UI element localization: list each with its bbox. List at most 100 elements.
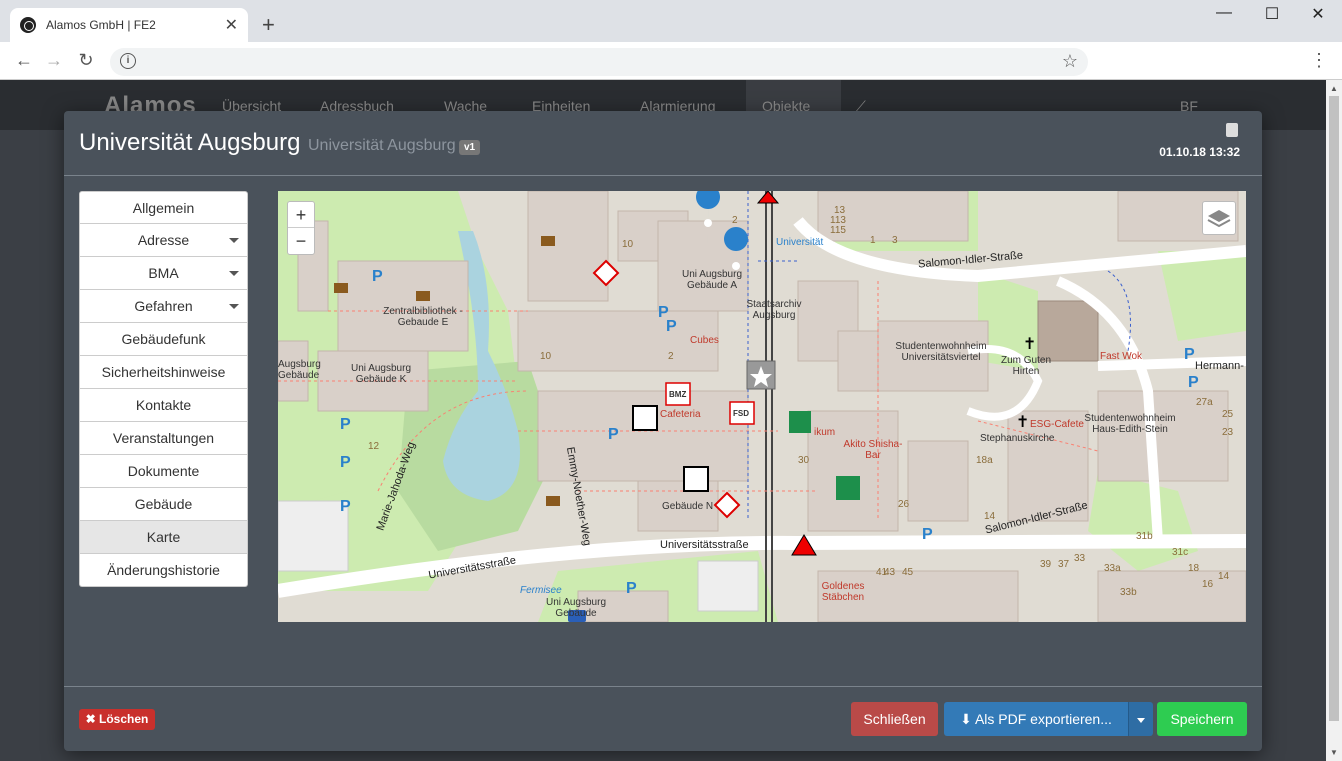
object-sidebar: Allgemein Adresse BMA Gefahren Gebäudefu… <box>79 191 248 587</box>
map-label-street: Hermann- <box>1195 360 1244 372</box>
download-icon: ⬇ <box>960 711 972 727</box>
back-button[interactable]: ← <box>12 50 36 72</box>
fsd-marker[interactable]: FSD <box>733 408 749 419</box>
map-zoom-control: + − <box>287 201 315 255</box>
sidebar-item-gebaeudefunk[interactable]: Gebäudefunk <box>79 323 248 356</box>
reload-button[interactable]: ↻ <box>74 50 98 72</box>
scroll-down-icon[interactable]: ▼ <box>1330 748 1338 757</box>
tab-title: Alamos GmbH | FE2 <box>46 18 156 32</box>
house-number: 37 <box>1058 559 1070 570</box>
sidebar-item-gefahren[interactable]: Gefahren <box>79 290 248 323</box>
maximize-button[interactable]: ☐ <box>1252 4 1292 28</box>
sidebar-item-adresse[interactable]: Adresse <box>79 224 248 257</box>
svg-text:P: P <box>922 526 933 543</box>
url-field[interactable]: i ☆ <box>110 48 1088 76</box>
layers-icon <box>1207 210 1231 228</box>
new-tab-button[interactable]: + <box>262 12 275 38</box>
svg-text:P: P <box>1188 374 1199 391</box>
house-number: 25 <box>1222 409 1234 420</box>
sidebar-item-dokumente[interactable]: Dokumente <box>79 455 248 488</box>
zoom-in-button[interactable]: + <box>288 202 314 228</box>
house-number: 2 <box>668 351 674 362</box>
map-layers-button[interactable] <box>1202 201 1236 235</box>
export-pdf-dropdown-button[interactable] <box>1128 702 1153 736</box>
house-number: 14 <box>1218 571 1230 582</box>
map-canvas[interactable]: P P P P P P P P P P P ✝ ✝ <box>278 191 1246 622</box>
address-bar: ← → ↻ i ☆ ⋮ <box>0 42 1342 80</box>
sidebar-item-label: Gefahren <box>134 298 193 314</box>
svg-text:P: P <box>626 580 637 597</box>
close-button[interactable]: Schließen <box>851 702 938 736</box>
page-scrollbar[interactable]: ▲ ▼ <box>1326 80 1342 761</box>
map-label-street: Universitätsstraße <box>660 539 749 551</box>
browser-menu-icon[interactable]: ⋮ <box>1310 50 1328 71</box>
sidebar-item-label: Kontakte <box>135 397 192 413</box>
caret-down-icon <box>229 238 239 243</box>
modal-subtitle: Universität Augsburg <box>308 137 456 154</box>
map-label-building: Staatsarchiv Augsburg <box>746 299 802 321</box>
sidebar-item-label: Gebäude <box>134 496 193 512</box>
sidebar-item-aenderungshistorie[interactable]: Änderungshistorie <box>79 554 248 587</box>
modal-date: 01.10.18 13:32 <box>1159 145 1240 159</box>
object-modal: Universität Augsburg Universität Augsbur… <box>64 111 1262 751</box>
house-number: 16 <box>1202 579 1214 590</box>
caret-down-icon <box>1137 717 1145 723</box>
map-label-water: Fermisee <box>520 585 562 596</box>
object-status-icon[interactable] <box>1226 123 1238 137</box>
modal-title: Universität Augsburg <box>79 129 301 156</box>
map-label-poi: Fast Wok <box>1100 351 1143 362</box>
save-button[interactable]: Speichern <box>1157 702 1247 736</box>
sidebar-item-label: Gebäudefunk <box>121 331 206 347</box>
house-number: 26 <box>898 499 910 510</box>
caret-down-icon <box>229 271 239 276</box>
sidebar-item-label: Adresse <box>137 232 190 248</box>
info-icon[interactable]: i <box>120 53 136 69</box>
map-label-tram: Universität <box>776 237 824 248</box>
svg-text:P: P <box>1184 346 1195 363</box>
map-view[interactable]: P P P P P P P P P P P ✝ ✝ + − Salomon-Id… <box>278 191 1246 622</box>
sidebar-item-label: Sicherheitshinweise <box>101 364 226 380</box>
house-number: 12 <box>368 441 380 452</box>
sidebar-item-kontakte[interactable]: Kontakte <box>79 389 248 422</box>
scroll-up-icon[interactable]: ▲ <box>1330 84 1338 93</box>
forward-button[interactable]: → <box>42 50 66 72</box>
house-number: 23 <box>1222 427 1234 438</box>
map-label-poi: Goldenes Stäbchen <box>821 581 865 603</box>
bookmark-star-icon[interactable]: ☆ <box>1062 51 1078 72</box>
tab-close-icon[interactable]: ✕ <box>225 15 238 35</box>
svg-text:P: P <box>666 318 677 335</box>
house-number: 45 <box>902 567 914 578</box>
sidebar-item-allgemein[interactable]: Allgemein <box>79 191 248 224</box>
delete-button[interactable]: ✖ Löschen <box>79 709 155 730</box>
house-number: 33b <box>1120 587 1137 598</box>
map-label-poi: Cafeteria <box>660 409 701 420</box>
minimize-button[interactable]: — <box>1204 4 1244 28</box>
map-label-building: Gebäude N <box>662 501 714 512</box>
modal-header: Universität Augsburg Universität Augsbur… <box>64 111 1262 176</box>
sidebar-item-gebaeude[interactable]: Gebäude <box>79 488 248 521</box>
map-label-poi: ikum <box>814 427 836 438</box>
scroll-thumb[interactable] <box>1329 96 1339 721</box>
map-label-poi: Akito Shisha-Bar <box>843 439 903 461</box>
house-number: 2 <box>732 215 738 226</box>
map-label-building: Uni Augsburg Gebäude A <box>681 269 743 291</box>
map-label-building: Augsburg Gebäude <box>278 359 321 381</box>
map-label-building: Uni Augsburg Gebäude K <box>350 363 412 385</box>
svg-text:P: P <box>372 268 383 285</box>
sidebar-item-bma[interactable]: BMA <box>79 257 248 290</box>
sidebar-item-sicherheitshinweise[interactable]: Sicherheitshinweise <box>79 356 248 389</box>
zoom-out-button[interactable]: − <box>288 228 314 254</box>
bmz-marker[interactable]: BMZ <box>669 389 686 400</box>
house-number: 31b <box>1136 531 1153 542</box>
sidebar-item-label: BMA <box>148 265 179 281</box>
sidebar-item-veranstaltungen[interactable]: Veranstaltungen <box>79 422 248 455</box>
window-close-button[interactable]: ✕ <box>1298 4 1338 28</box>
sidebar-item-karte[interactable]: Karte <box>79 521 248 554</box>
svg-text:✝: ✝ <box>1023 334 1036 353</box>
house-number: 10 <box>540 351 552 362</box>
house-number: 43 <box>884 567 896 578</box>
export-pdf-button[interactable]: ⬇ Als PDF exportieren... <box>944 702 1128 736</box>
browser-tab[interactable]: Alamos GmbH | FE2 ✕ <box>10 8 248 42</box>
sidebar-item-label: Veranstaltungen <box>112 430 215 446</box>
map-label-church: Zum Guten Hirten <box>1000 355 1052 377</box>
